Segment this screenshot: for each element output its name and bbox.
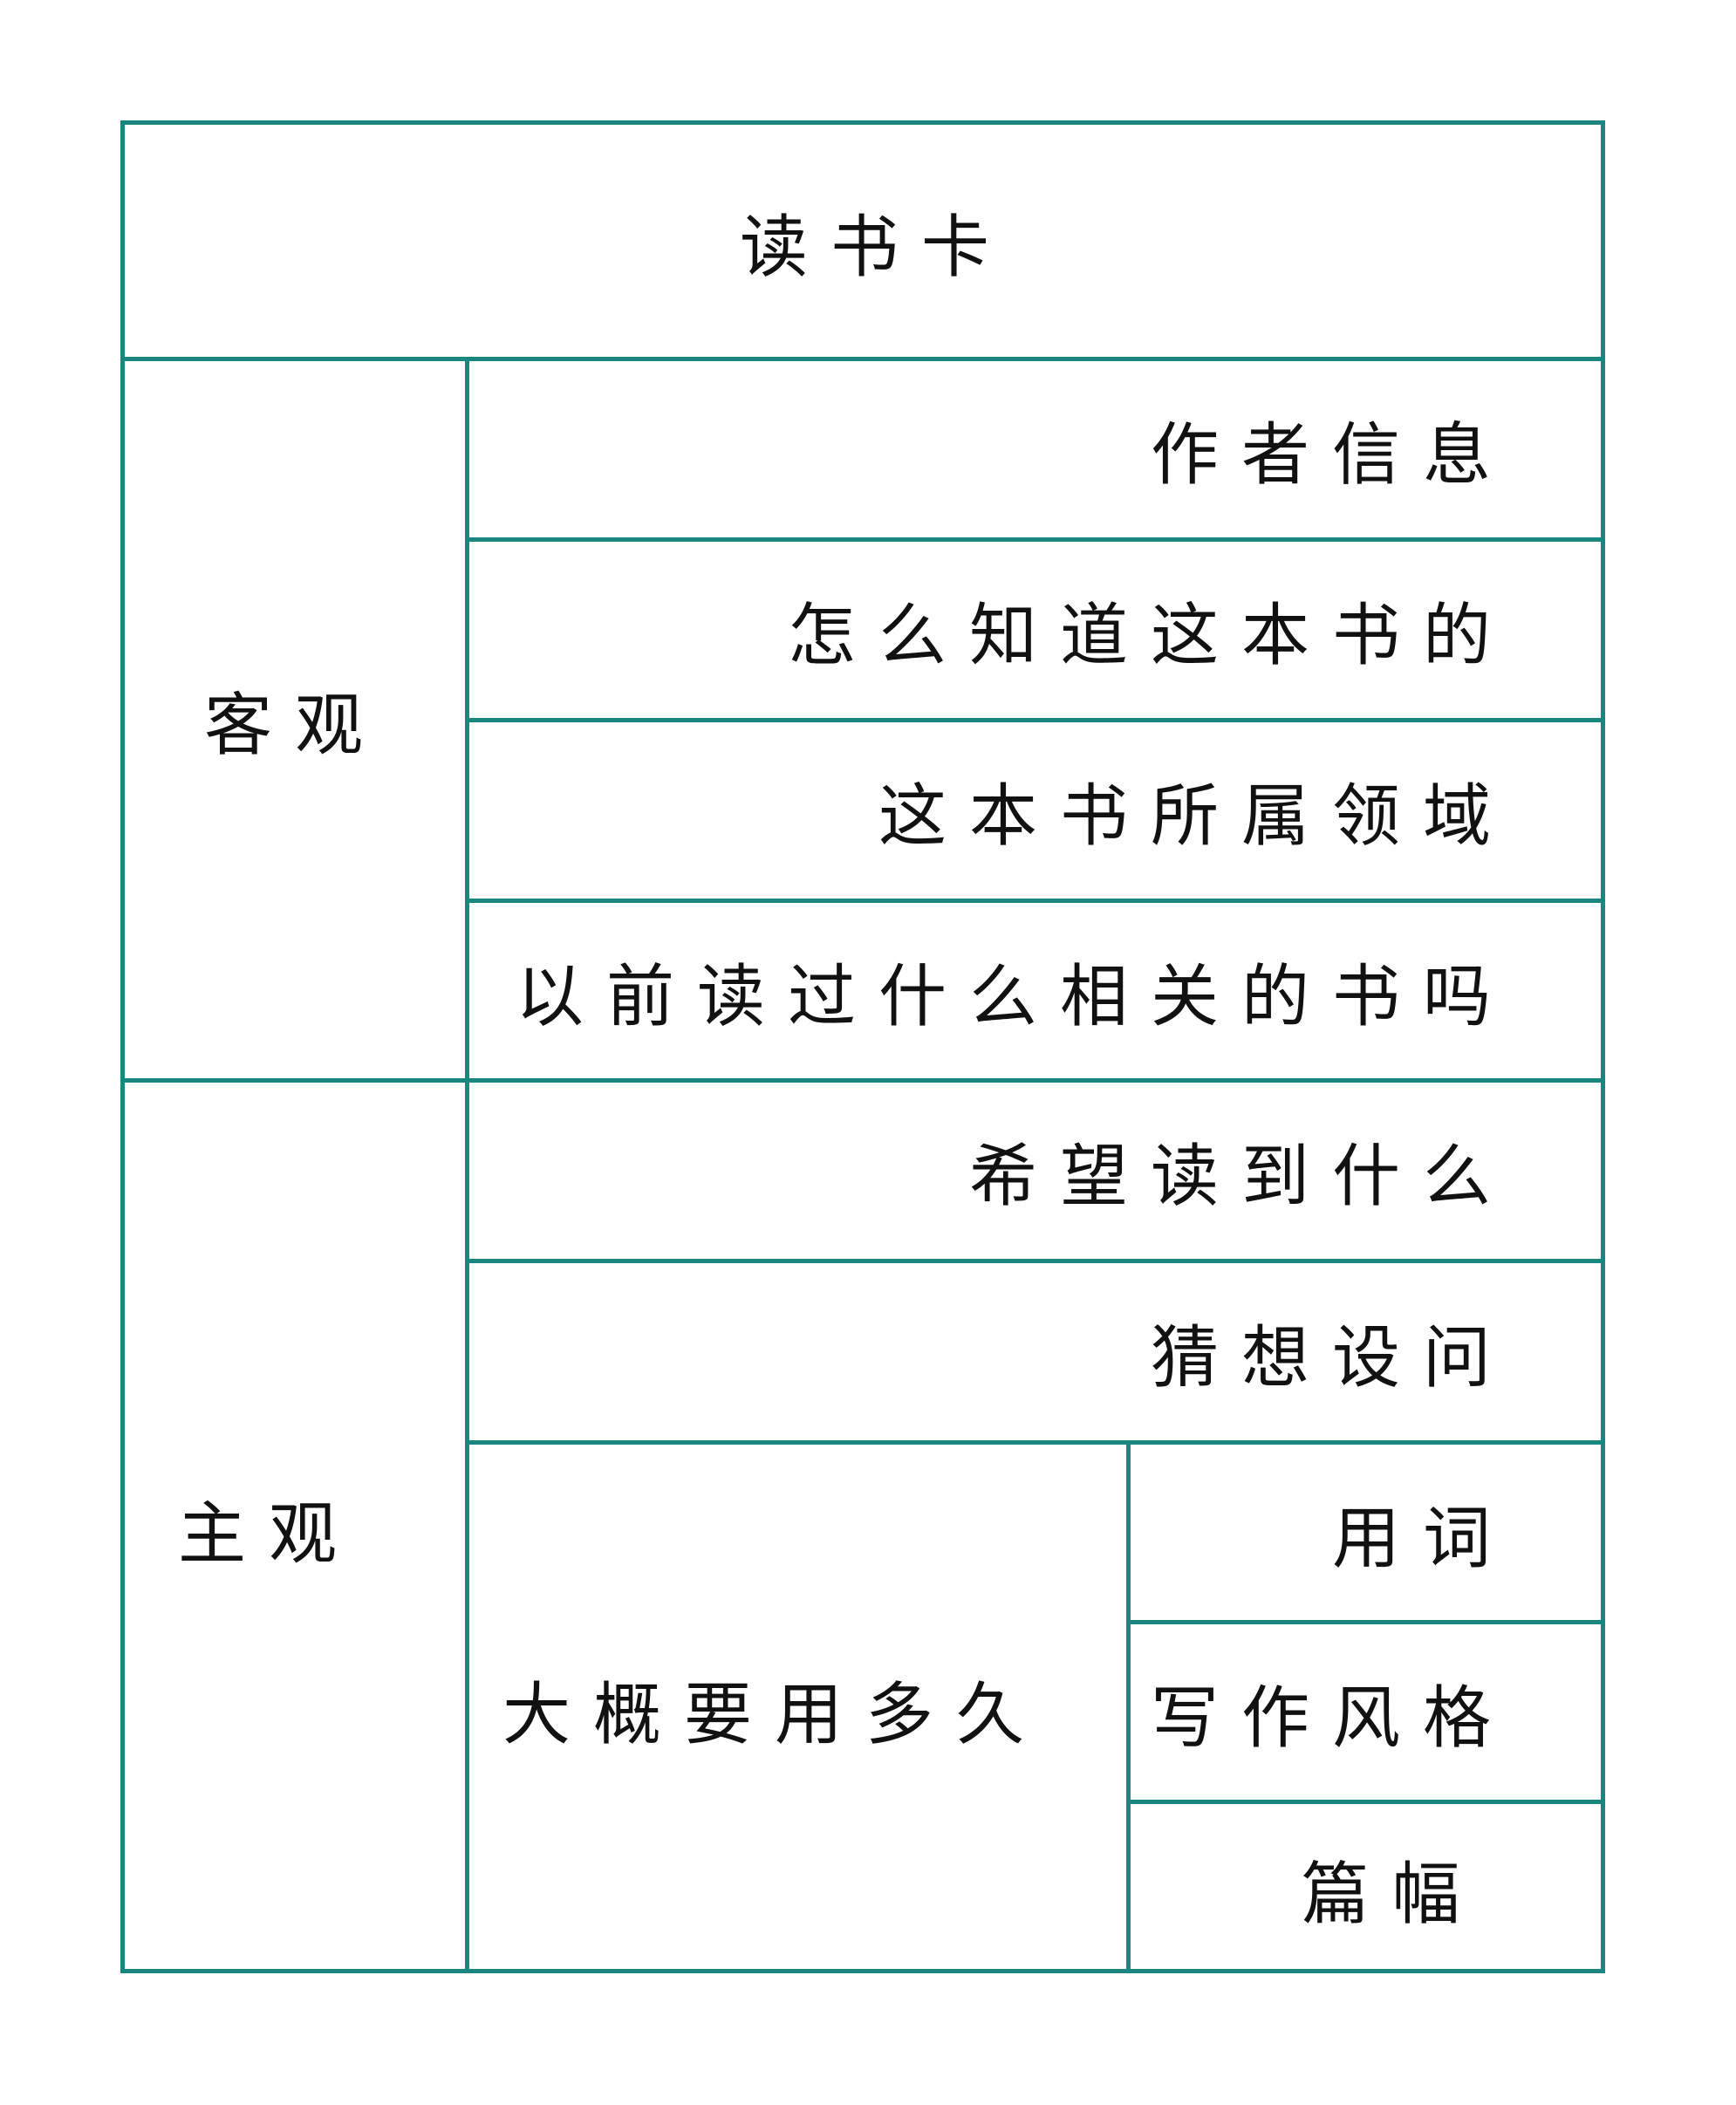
subjective-row-expectation: 希望读到什么	[968, 1138, 1514, 1216]
objective-row-author-info: 作者信息	[1150, 416, 1514, 495]
aspect-word-choice: 用词	[1331, 1499, 1514, 1578]
aspect-writing-style: 写作风格	[1150, 1678, 1514, 1758]
objective-row-related-books: 以前读过什么相关的书吗	[515, 957, 1514, 1036]
card-title: 读书卡	[739, 208, 1012, 287]
objective-label: 客观	[203, 687, 386, 765]
subjective-label: 主观	[177, 1494, 359, 1574]
aspect-length: 篇幅	[1301, 1856, 1483, 1934]
subjective-row-guess-questions: 猜想设问	[1150, 1318, 1514, 1398]
objective-row-field: 这本书所属领域	[878, 777, 1514, 856]
subjective-duration: 大概要用多久	[502, 1676, 1048, 1754]
reading-card: 读书卡 客观 主观 作者信息 怎么知道这本书的 这本书所属领域 以前读过什么相关…	[120, 120, 1605, 1973]
objective-row-how-found: 怎么知道这本书的	[787, 597, 1514, 675]
